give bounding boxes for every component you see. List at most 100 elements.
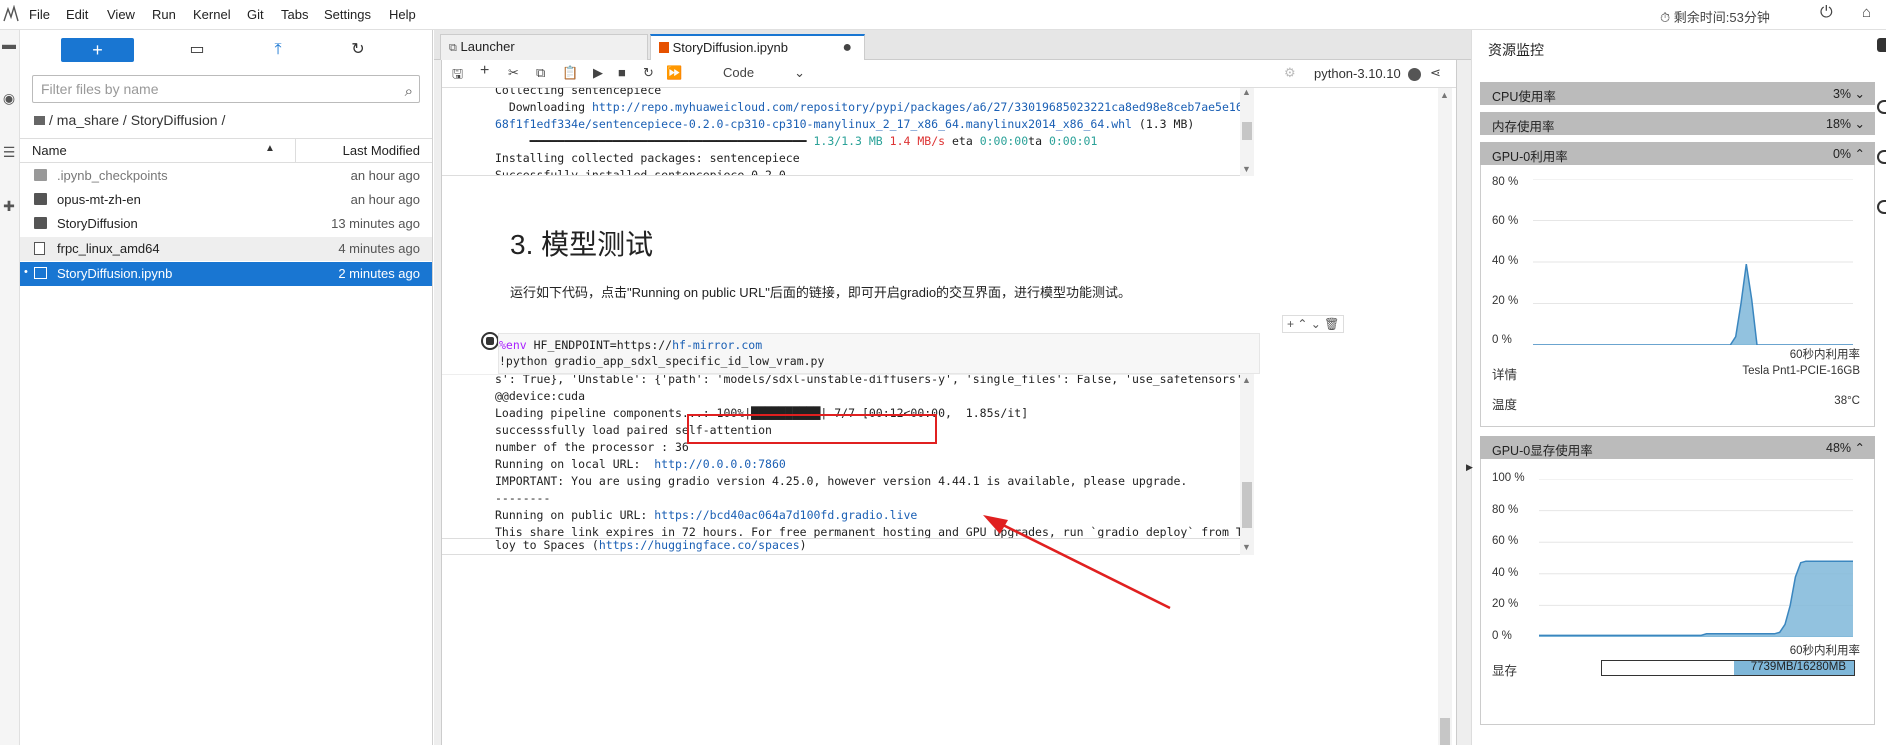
output-line: number of the processor : 36	[495, 440, 689, 454]
chevron-down-icon: ⌄	[1854, 117, 1865, 131]
chevron-up-icon: ⌃	[1854, 441, 1865, 455]
output-line: 68f1f1edf334e/sentencepiece-0.2.0-cp310-…	[495, 117, 1195, 131]
jupyter-logo-icon	[3, 5, 19, 22]
run-all-icon[interactable]: ⏩	[666, 65, 682, 81]
link[interactable]: 68f1f1edf334e/sentencepiece-0.2.0-cp310-…	[495, 117, 1132, 131]
file-row[interactable]: frpc_linux_amd64 4 minutes ago	[20, 237, 432, 261]
file-modified: 4 minutes ago	[338, 241, 420, 256]
file-modified: 2 minutes ago	[338, 266, 420, 281]
menu-settings[interactable]: Settings	[324, 7, 371, 22]
column-last-modified[interactable]: Last Modified	[343, 143, 420, 158]
notebook-scrollbar[interactable]: ▲	[1438, 88, 1452, 745]
cell-type-select[interactable]: Code ⌄	[723, 65, 805, 81]
public-url-link[interactable]: https://bcd40ac064a7d100fd.gradio.live	[654, 508, 917, 522]
menu-run[interactable]: Run	[152, 7, 176, 22]
gpu-label: GPU-0利用率	[1492, 150, 1568, 164]
move-up-icon[interactable]: ⌃	[1297, 317, 1307, 331]
move-down-icon[interactable]: ⌄	[1311, 317, 1321, 331]
filter-placeholder: Filter files by name	[41, 81, 159, 97]
user-icon[interactable]: ⌂	[1862, 4, 1871, 21]
monitor-title: 资源监控	[1488, 42, 1544, 58]
local-url-link[interactable]: http://0.0.0.0:7860	[654, 457, 786, 471]
cell-output-tail: loy to Spaces (https://huggingface.co/sp…	[442, 539, 1240, 555]
gpu-memory-chart	[1539, 479, 1853, 637]
link[interactable]: https://huggingface.co/spaces	[599, 539, 800, 552]
file-list-header: Name ▲ Last Modified	[20, 138, 432, 163]
menu-file[interactable]: File	[29, 7, 50, 22]
upload-icon[interactable]: ⤒	[266, 38, 290, 62]
new-folder-icon[interactable]: ▭	[185, 38, 209, 62]
power-icon[interactable]: ⏻	[1820, 4, 1833, 22]
cut-icon[interactable]: ✂	[508, 65, 519, 81]
y-tick-label: 40 %	[1492, 567, 1519, 579]
column-name[interactable]: Name	[32, 143, 67, 158]
gpu-memory-header[interactable]: GPU-0显存使用率 48% ⌃	[1480, 436, 1875, 459]
menu-view[interactable]: View	[107, 7, 135, 22]
extension-icon[interactable]: ✚	[0, 198, 18, 216]
paste-icon[interactable]: 📋	[562, 65, 578, 81]
code-cell-input[interactable]: %env HF_ENDPOINT=https://hf-mirror.com !…	[498, 333, 1260, 374]
restart-icon[interactable]: ↻	[643, 65, 654, 81]
save-icon[interactable]: 🖫	[452, 65, 463, 87]
series-area	[1539, 561, 1853, 637]
breadcrumb[interactable]: / ma_share / StoryDiffusion /	[34, 112, 225, 128]
cpu-usage-header[interactable]: CPU使用率 3% ⌄	[1480, 82, 1875, 105]
kernel-name[interactable]: python-3.10.10	[1314, 66, 1401, 81]
folder-icon	[34, 116, 45, 125]
cell-output: Collecting sentencepiece Downloading htt…	[442, 88, 1240, 176]
file-modified: 13 minutes ago	[331, 216, 420, 231]
code-line: !python gradio_app_sdxl_specific_id_low_…	[499, 354, 825, 368]
folder-icon[interactable]: ▬	[0, 36, 18, 54]
memory-usage-header[interactable]: 内存使用率 18% ⌄	[1480, 112, 1875, 135]
tab-notebook[interactable]: StoryDiffusion.ipynb ●	[650, 34, 865, 60]
search-icon: ⌕	[404, 83, 413, 100]
sort-up-icon[interactable]: ▲	[265, 143, 275, 154]
running-icon[interactable]: ◉	[0, 90, 18, 108]
insert-cell-icon[interactable]: +	[480, 62, 489, 80]
chevron-down-icon: ⌄	[794, 65, 805, 80]
file-row[interactable]: • StoryDiffusion.ipynb 2 minutes ago	[20, 262, 432, 286]
gpu-usage-header[interactable]: GPU-0利用率 0% ⌃	[1480, 142, 1875, 165]
link[interactable]: http://repo.myhuaweicloud.com/repository…	[592, 100, 1240, 114]
collapse-arrow-icon[interactable]: ▶	[1466, 462, 1473, 473]
refresh-icon[interactable]: ↻	[346, 38, 370, 62]
file-row[interactable]: StoryDiffusion 13 minutes ago	[20, 212, 432, 236]
delete-cell-icon[interactable]: 🗑	[1324, 317, 1339, 331]
menu-help[interactable]: Help	[389, 7, 416, 22]
menu-edit[interactable]: Edit	[66, 7, 88, 22]
cell-running-icon[interactable]	[481, 332, 499, 350]
stop-icon[interactable]: ■	[618, 65, 626, 80]
unsaved-dot-icon[interactable]: ●	[842, 36, 852, 60]
gpu-usage-body: 80 % 60 % 40 % 20 % 0 % 60秒内利用率 详情 Tesla…	[1480, 165, 1875, 427]
gpu-usage-chart	[1533, 179, 1853, 345]
y-tick-label: 0 %	[1492, 334, 1512, 346]
file-row[interactable]: .ipynb_checkpoints an hour ago	[20, 164, 432, 188]
menu-git[interactable]: Git	[247, 7, 264, 22]
commands-icon[interactable]: ☰	[0, 144, 18, 162]
file-filter-input[interactable]: Filter files by name ⌕	[32, 75, 420, 103]
menu-tabs[interactable]: Tabs	[281, 7, 308, 22]
output-line: Collecting sentencepiece	[495, 88, 662, 97]
gpu-value: 0%	[1832, 147, 1852, 161]
file-name: StoryDiffusion.ipynb	[57, 266, 173, 281]
y-tick-label: 20 %	[1492, 295, 1519, 307]
gmem-value: 48%	[1826, 441, 1852, 455]
output-line: @@device:cuda	[495, 389, 586, 403]
gmem-label: GPU-0显存使用率	[1492, 444, 1593, 458]
code-line: %env HF_ENDPOINT=https://hf-mirror.com	[499, 338, 763, 352]
add-cell-icon[interactable]: +	[1287, 317, 1294, 331]
settings-icon[interactable]: ⚙	[1284, 65, 1296, 81]
new-launcher-button[interactable]: +	[61, 38, 134, 62]
kernel-status-icon	[1408, 68, 1421, 81]
vram-progress-bar: 7739MB/16280MB	[1601, 660, 1855, 676]
share-icon[interactable]: ⋖	[1430, 65, 1441, 81]
output-scrollbar[interactable]: ▲ ▼	[1240, 87, 1254, 176]
output-scrollbar[interactable]: ▲ ▼	[1240, 374, 1254, 555]
tab-launcher[interactable]: ⧉ Launcher	[440, 34, 648, 60]
file-row[interactable]: opus-mt-zh-en an hour ago	[20, 188, 432, 212]
section-paragraph: 运行如下代码，点击"Running on public URL"后面的链接，即可…	[510, 285, 1132, 300]
cell-actions: + ⌃ ⌄ 🗑	[1282, 315, 1345, 333]
run-icon[interactable]: ▶	[593, 65, 603, 81]
copy-icon[interactable]: ⧉	[536, 65, 545, 81]
menu-kernel[interactable]: Kernel	[193, 7, 231, 22]
